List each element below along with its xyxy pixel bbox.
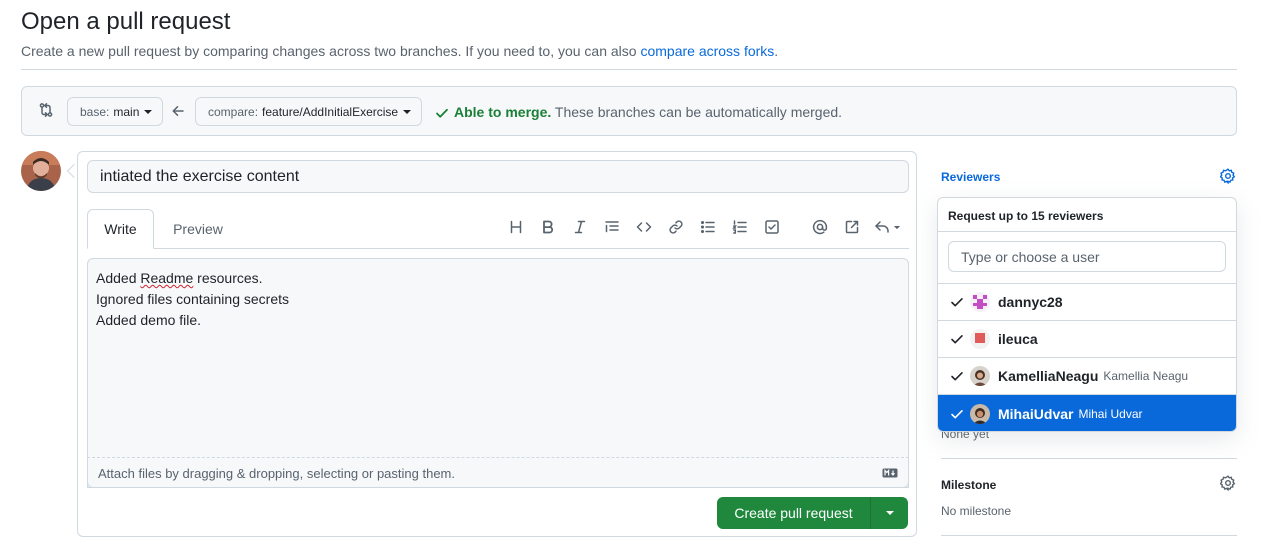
- reviewer-login: MihaiUdvar: [998, 406, 1074, 422]
- avatar: [970, 292, 990, 312]
- compare-forks-link[interactable]: compare across forks: [640, 43, 774, 59]
- avatar: [970, 329, 990, 349]
- compare-prefix: compare:: [208, 104, 259, 119]
- check-icon: [950, 295, 964, 309]
- reviewer-fullname: Kamellia Neagu: [1103, 369, 1189, 383]
- reviewer-fullname: Mihai Udvar: [1078, 407, 1143, 421]
- gear-icon[interactable]: [1220, 475, 1236, 491]
- sidebar-divider: [941, 458, 1237, 459]
- reviewer-item-dannyc28[interactable]: dannyc28: [938, 284, 1236, 321]
- page-title: Open a pull request: [21, 8, 231, 35]
- create-pull-request-button[interactable]: Create pull request: [717, 497, 870, 529]
- create-options-button[interactable]: [870, 497, 908, 529]
- body-line3: Added demo file.: [96, 312, 202, 328]
- mention-icon[interactable]: [810, 217, 830, 237]
- subtitle-text: Create a new pull request by comparing c…: [21, 43, 637, 59]
- tab-write[interactable]: Write: [87, 209, 154, 249]
- compare-bar: base: main compare: feature/AddInitialEx…: [21, 86, 1237, 136]
- reviewer-login: dannyc28: [998, 294, 1063, 310]
- base-branch-button[interactable]: base: main: [67, 97, 164, 126]
- pr-body-textarea[interactable]: Added Readme resources. Ignored files co…: [87, 258, 909, 488]
- chevron-down-icon: [885, 511, 894, 515]
- reviewer-item-ileuca[interactable]: ileuca: [938, 321, 1236, 358]
- page-subtitle: Create a new pull request by comparing c…: [21, 43, 778, 59]
- milestone-heading[interactable]: Milestone: [941, 478, 996, 492]
- header-divider: [21, 69, 1237, 70]
- ordered-list-icon[interactable]: [730, 217, 750, 237]
- reference-icon[interactable]: [842, 217, 862, 237]
- reviewers-dropdown: Request up to 15 reviewers dannyc28 ileu…: [937, 197, 1237, 432]
- unordered-list-icon[interactable]: [698, 217, 718, 237]
- arrow-left-icon: [171, 104, 185, 118]
- merge-status-ok: Able to merge.: [454, 104, 552, 120]
- reviewer-item-kamellianeagu[interactable]: KamelliaNeagu Kamellia Neagu: [938, 358, 1236, 395]
- pr-editor: Write Preview Added Readme resources. Ig…: [77, 151, 917, 537]
- pr-title-input[interactable]: [87, 160, 909, 193]
- avatar: [970, 366, 990, 386]
- reply-icon[interactable]: [874, 217, 904, 237]
- git-compare-icon: [38, 102, 54, 118]
- check-icon: [950, 407, 964, 421]
- body-line1-prefix: Added: [96, 270, 141, 286]
- merge-status-detail: These branches can be automatically merg…: [554, 104, 843, 120]
- markdown-icon: [882, 468, 898, 478]
- reviewer-item-mihaiudvar[interactable]: MihaiUdvar Mihai Udvar: [938, 395, 1236, 431]
- dropdown-search-wrap: [938, 232, 1236, 284]
- compare-branch-name: feature/AddInitialExercise: [262, 104, 399, 119]
- check-icon: [435, 106, 449, 120]
- reviewer-login: ileuca: [998, 331, 1038, 347]
- quote-icon[interactable]: [602, 217, 622, 237]
- compare-branch-button[interactable]: compare: feature/AddInitialExercise: [195, 97, 423, 126]
- merge-status: Able to merge. These branches can be aut…: [454, 104, 842, 120]
- code-icon[interactable]: [634, 217, 654, 237]
- reviewer-search-input[interactable]: [948, 241, 1226, 272]
- bold-icon[interactable]: [538, 217, 558, 237]
- link-icon[interactable]: [666, 217, 686, 237]
- italic-icon[interactable]: [570, 217, 590, 237]
- avatar[interactable]: [21, 151, 61, 191]
- check-icon: [950, 369, 964, 383]
- base-branch-name: main: [113, 104, 140, 119]
- base-prefix: base:: [80, 104, 110, 119]
- heading-icon[interactable]: [506, 217, 526, 237]
- body-line1-suffix: resources.: [193, 270, 263, 286]
- pr-body-text: Added Readme resources. Ignored files co…: [96, 268, 289, 331]
- body-line2: Ignored files containing secrets: [96, 291, 289, 307]
- misspelled-word: Readme: [140, 270, 194, 286]
- chevron-down-icon: [144, 109, 153, 114]
- chevron-down-icon: [403, 109, 412, 114]
- reviewers-heading[interactable]: Reviewers: [941, 170, 1000, 184]
- tab-preview[interactable]: Preview: [163, 209, 233, 249]
- milestone-value: No milestone: [941, 504, 1012, 518]
- dropdown-header: Request up to 15 reviewers: [938, 198, 1236, 232]
- task-list-icon[interactable]: [762, 217, 782, 237]
- gear-icon[interactable]: [1220, 168, 1236, 184]
- reviewer-login: KamelliaNeagu: [998, 368, 1099, 384]
- check-icon: [950, 332, 964, 346]
- subtitle-end: .: [774, 43, 779, 59]
- avatar: [970, 404, 990, 424]
- attach-hint: Attach files by dragging & dropping, sel…: [98, 466, 455, 481]
- sidebar-divider: [941, 535, 1237, 536]
- attach-files-bar[interactable]: Attach files by dragging & dropping, sel…: [87, 457, 909, 488]
